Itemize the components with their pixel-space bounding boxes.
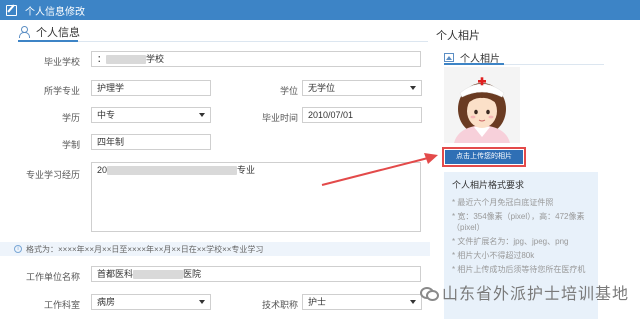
experience-prefix: 20 — [97, 165, 108, 175]
requirement-item: * 宽：354像素（pixel），高：472像素（pixel） — [452, 212, 585, 232]
major-field[interactable]: 护理学 — [91, 80, 211, 96]
title-select[interactable]: 护士 — [302, 294, 422, 310]
employer-suffix: 医院 — [183, 269, 202, 279]
hint-text: 格式为：××××年××月××日至××××年××月××日在××学校××专业学习 — [26, 244, 264, 254]
school-field[interactable]: ： 学校 — [91, 51, 421, 67]
education-value: 中专 — [97, 110, 116, 120]
watermark: 山东省外派护士培训基地 — [420, 280, 629, 304]
requirements-title: 个人相片格式要求 — [452, 180, 525, 190]
nurse-avatar — [444, 67, 520, 143]
requirement-item: * 相片上传成功后须等待您所在医疗机 — [452, 265, 586, 274]
info-icon: i — [14, 245, 22, 253]
duration-label: 学制 — [61, 140, 80, 150]
grad-time-label: 毕业时间 — [261, 113, 298, 123]
section-title: 个人信息 — [36, 27, 80, 39]
employer-prefix: 首都医科 — [97, 269, 134, 279]
section-underline — [18, 40, 78, 42]
section-divider — [78, 41, 428, 42]
redacted-text — [106, 55, 147, 65]
employer-field[interactable]: 首都医科 医院 — [91, 266, 421, 282]
format-hint: i 格式为：××××年××月××日至××××年××月××日在××学校××专业学习 — [0, 242, 430, 256]
window-titlebar: 个人信息修改 — [0, 0, 640, 20]
major-label: 所学专业 — [43, 86, 80, 96]
requirement-item: * 相片大小不得超过80k — [452, 251, 535, 260]
degree-select[interactable]: 无学位 — [302, 80, 422, 96]
title-label: 技术职称 — [261, 300, 298, 310]
major-value: 护理学 — [97, 83, 125, 93]
title-value: 护士 — [308, 297, 327, 307]
degree-label: 学位 — [279, 86, 298, 96]
redacted-text — [107, 166, 238, 176]
grad-time-field[interactable]: 2010/07/01 — [302, 107, 422, 123]
degree-value: 无学位 — [308, 83, 336, 93]
grad-time-value: 2010/07/01 — [308, 110, 354, 120]
requirement-item: * 最近六个月免冠白底证件照 — [452, 198, 554, 207]
education-select[interactable]: 中专 — [91, 107, 211, 123]
employer-label: 工作单位名称 — [25, 272, 80, 282]
watermark-text: 山东省外派护士培训基地 — [442, 286, 630, 303]
section-header: 个人信息 — [18, 24, 80, 40]
dept-value: 病房 — [97, 297, 116, 307]
redacted-text — [133, 270, 184, 280]
edit-icon — [6, 4, 17, 16]
upload-photo-button[interactable]: 点击上传您的相片 — [445, 150, 523, 164]
duration-field[interactable]: 四年制 — [91, 134, 211, 150]
dept-select[interactable]: 病房 — [91, 294, 211, 310]
window-title: 个人信息修改 — [25, 6, 85, 18]
school-value: ： — [97, 54, 107, 64]
school-label: 毕业学校 — [43, 57, 80, 67]
education-label: 学历 — [61, 113, 80, 123]
experience-suffix: 专业 — [237, 165, 256, 175]
requirement-item: * 文件扩展名为：jpg、jpeg、png — [452, 237, 569, 246]
user-icon — [18, 26, 30, 38]
school-suffix: 学校 — [146, 54, 165, 64]
duration-value: 四年制 — [97, 137, 125, 147]
wechat-icon — [420, 286, 439, 301]
photo-underline — [444, 63, 504, 65]
image-icon — [444, 53, 454, 62]
dept-label: 工作科室 — [43, 300, 80, 310]
photo-header: 个人相片 — [436, 30, 480, 42]
experience-label: 专业学习经历 — [25, 170, 80, 180]
red-arrow-annotation — [321, 153, 438, 186]
